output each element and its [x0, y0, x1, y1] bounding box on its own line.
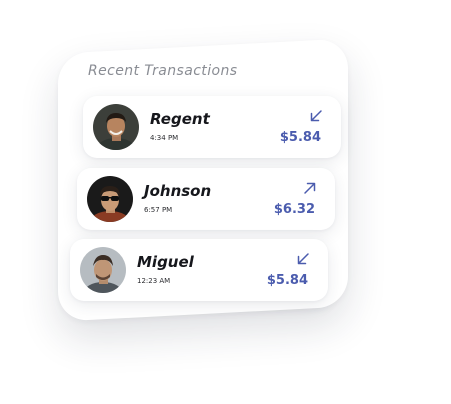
transaction-name: Johnson [144, 182, 212, 200]
transaction-time: 12:23 AM [137, 277, 171, 285]
transaction-amount: $5.84 [266, 273, 308, 288]
avatar [80, 247, 126, 293]
widget-stage: Recent Transactions Regent 4:34 PM $5.84… [0, 0, 451, 404]
transaction-time: 4:34 PM [150, 134, 179, 142]
transaction-row[interactable]: Miguel 12:23 AM $5.84 [70, 239, 328, 301]
transaction-amount: $6.32 [273, 202, 315, 217]
transaction-time: 6:57 PM [144, 206, 173, 214]
arrow-up-right-icon [304, 182, 316, 194]
avatar [93, 104, 139, 150]
avatar [87, 176, 133, 222]
transaction-row[interactable]: Regent 4:34 PM $5.84 [83, 96, 341, 158]
transaction-amount: $5.84 [279, 130, 321, 145]
card-title: Recent Transactions [88, 63, 238, 79]
arrow-down-left-icon [297, 253, 309, 265]
transaction-name: Regent [150, 110, 210, 128]
recent-transactions-card: Recent Transactions Regent 4:34 PM $5.84… [58, 38, 348, 322]
transaction-name: Miguel [137, 253, 194, 271]
arrow-down-left-icon [310, 110, 322, 122]
transaction-row[interactable]: Johnson 6:57 PM $6.32 [77, 168, 335, 230]
